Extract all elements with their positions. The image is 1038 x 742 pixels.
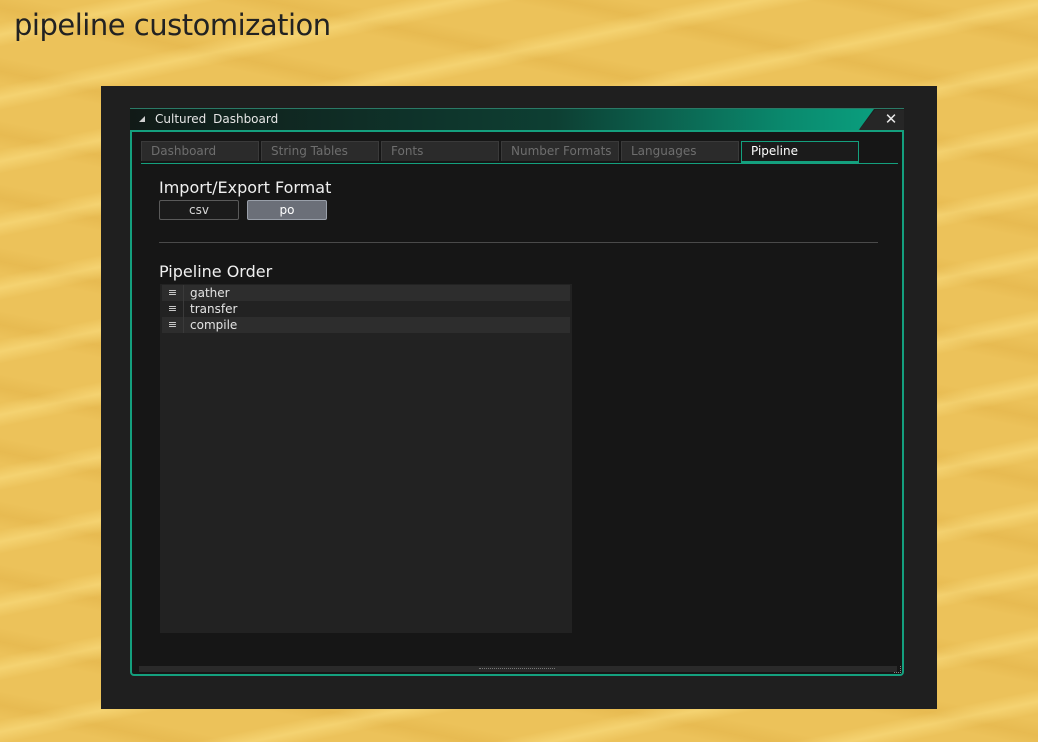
section-divider bbox=[159, 242, 878, 243]
window-title: Cultured Dashboard bbox=[155, 112, 279, 126]
window-titlebar[interactable]: Cultured Dashboard ✕ bbox=[130, 108, 904, 131]
list-item[interactable]: ≡ transfer bbox=[162, 301, 570, 317]
tab-string-tables[interactable]: String Tables bbox=[261, 141, 379, 161]
list-item[interactable]: ≡ gather bbox=[162, 285, 570, 301]
corner-resize-icon[interactable] bbox=[894, 666, 901, 673]
drag-handle-icon[interactable]: ≡ bbox=[162, 285, 184, 301]
resize-grip-icon[interactable] bbox=[479, 668, 555, 671]
drag-handle-icon[interactable]: ≡ bbox=[162, 301, 184, 317]
collapse-triangle-icon[interactable] bbox=[139, 116, 145, 122]
tab-pipeline[interactable]: Pipeline bbox=[741, 141, 859, 163]
import-export-heading: Import/Export Format bbox=[159, 178, 332, 197]
window-body: Dashboard String Tables Fonts Number For… bbox=[130, 130, 904, 676]
pipeline-order-list: ≡ gather ≡ transfer ≡ compile bbox=[160, 284, 572, 633]
cultured-dashboard-window: Cultured Dashboard ✕ Dashboard String Ta… bbox=[130, 108, 904, 676]
close-icon[interactable]: ✕ bbox=[884, 111, 898, 127]
list-item-label: gather bbox=[190, 286, 230, 300]
format-po-button[interactable]: po bbox=[247, 200, 327, 220]
editor-viewport: Cultured Dashboard ✕ Dashboard String Ta… bbox=[101, 86, 937, 709]
resize-strip[interactable] bbox=[139, 666, 897, 672]
list-item[interactable]: ≡ compile bbox=[162, 317, 570, 333]
list-item-label: compile bbox=[190, 318, 238, 332]
list-item-label: transfer bbox=[190, 302, 238, 316]
tab-dashboard[interactable]: Dashboard bbox=[141, 141, 259, 161]
pipeline-order-heading: Pipeline Order bbox=[159, 262, 273, 281]
tab-bar: Dashboard String Tables Fonts Number For… bbox=[141, 141, 898, 164]
page-title: pipeline customization bbox=[14, 8, 331, 42]
tab-number-formats[interactable]: Number Formats bbox=[501, 141, 619, 161]
tab-languages[interactable]: Languages bbox=[621, 141, 739, 161]
tab-fonts[interactable]: Fonts bbox=[381, 141, 499, 161]
drag-handle-icon[interactable]: ≡ bbox=[162, 317, 184, 333]
format-csv-button[interactable]: csv bbox=[159, 200, 239, 220]
